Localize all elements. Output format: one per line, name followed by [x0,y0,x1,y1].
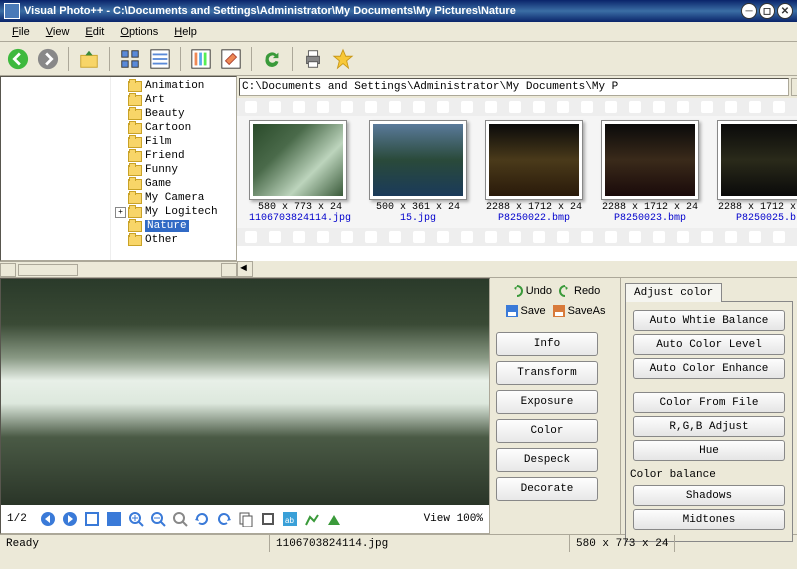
print-button[interactable] [299,45,327,73]
status-dim: 580 x 773 x 24 [570,535,675,552]
view-icons-button[interactable] [116,45,144,73]
despeck-button[interactable]: Despeck [496,448,598,472]
preview-pane: 1/2 ab View 100% [0,278,490,534]
info-button[interactable]: Info [496,332,598,356]
page-indicator: 1/2 [7,513,27,525]
crop-button[interactable] [259,510,277,528]
zoom-in-button[interactable] [127,510,145,528]
maximize-button[interactable]: ◻ [759,3,775,19]
close-button[interactable]: ✕ [777,3,793,19]
rotate-left-button[interactable] [193,510,211,528]
next-button[interactable] [61,510,79,528]
window-title: Visual Photo++ - C:\Documents and Settin… [24,5,741,17]
prev-button[interactable] [39,510,57,528]
app-icon [4,3,20,19]
tree-item[interactable]: Nature [113,219,234,233]
adjust-button[interactable]: R,G,B Adjust [633,416,785,437]
svg-text:ab: ab [285,516,294,525]
adjust-button[interactable]: Auto Color Enhance [633,358,785,379]
adjust-button[interactable]: Color From File [633,392,785,413]
toolbar [0,42,797,76]
path-dropdown[interactable]: ▼ [791,78,797,96]
minimize-button[interactable]: ─ [741,3,757,19]
saveas-button[interactable]: SaveAs [552,304,606,318]
tree-item[interactable]: Art [113,93,234,107]
tree-item[interactable]: My Camera [113,191,234,205]
levels-button[interactable] [325,510,343,528]
menu-edit[interactable]: Edit [77,24,112,40]
adjust-tab[interactable]: Adjust color [625,283,722,302]
thumbnail[interactable]: 2288 x 1712 x 24P8250023.bmp [601,120,699,224]
thumbnail[interactable]: 2288 x 1712 x 24P8250025.b [717,120,797,224]
favorite-button[interactable] [329,45,357,73]
save-button[interactable]: Save [505,304,546,318]
edit-panel: Undo Redo Save SaveAs Info Transform Expos… [490,278,620,534]
balance-button[interactable]: Midtones [633,509,785,530]
forward-button[interactable] [34,45,62,73]
back-button[interactable] [4,45,32,73]
refresh-button[interactable] [258,45,286,73]
edit-button[interactable] [217,45,245,73]
tree-item[interactable]: Cartoon [113,121,234,135]
tree-item[interactable]: Other [113,233,234,247]
histogram-button[interactable] [303,510,321,528]
tree-item[interactable]: Film [113,135,234,149]
view-columns-button[interactable] [187,45,215,73]
redo-button[interactable]: Redo [558,284,600,298]
color-button[interactable]: Color [496,419,598,443]
path-input[interactable] [239,78,789,96]
decorate-button[interactable]: Decorate [496,477,598,501]
adjust-button[interactable]: Hue [633,440,785,461]
thumbnail[interactable]: 500 x 361 x 2415.jpg [369,120,467,224]
fit-button[interactable] [83,510,101,528]
adjust-panel: Adjust color Auto Whtie Balance Auto Colo… [620,278,797,534]
titlebar: Visual Photo++ - C:\Documents and Settin… [0,0,797,22]
transform-button[interactable]: Transform [496,361,598,385]
undo-button[interactable]: Undo [510,284,552,298]
menu-file[interactable]: File [4,24,38,40]
tree-item[interactable]: +My Logitech [113,205,234,219]
adjust-button[interactable]: Auto Color Level [633,334,785,355]
menu-help[interactable]: Help [166,24,205,40]
filmstrip: 580 x 773 x 241106703824114.jpg500 x 361… [237,98,797,261]
tree-item[interactable]: Game [113,177,234,191]
view-list-button[interactable] [146,45,174,73]
menu-view[interactable]: View [38,24,78,40]
thumbnail[interactable]: 2288 x 1712 x 24P8250022.bmp [485,120,583,224]
tree-item[interactable]: Animation [113,79,234,93]
rotate-right-button[interactable] [215,510,233,528]
status-file: 1106703824114.jpg [270,535,570,552]
tree-item[interactable]: Funny [113,163,234,177]
tree-item[interactable]: Friend [113,149,234,163]
color-balance-label: Color balance [630,469,788,481]
menu-options[interactable]: Options [112,24,166,40]
folder-up-button[interactable] [75,45,103,73]
exposure-button[interactable]: Exposure [496,390,598,414]
tree-item[interactable]: Beauty [113,107,234,121]
zoom-label: View 100% [424,513,483,525]
folder-tree[interactable]: AnimationArtBeautyCartoonFilmFriendFunny… [0,76,237,261]
menubar: FileViewEditOptionsHelp [0,22,797,42]
zoom-out-button[interactable] [149,510,167,528]
filmstrip-scrollbar[interactable]: ◄► [237,261,797,277]
resize-button[interactable]: ab [281,510,299,528]
status-ready: Ready [0,535,270,552]
zoom-actual-button[interactable] [171,510,189,528]
adjust-button[interactable]: Auto Whtie Balance [633,310,785,331]
fullscreen-button[interactable] [105,510,123,528]
copy-button[interactable] [237,510,255,528]
thumbnail[interactable]: 580 x 773 x 241106703824114.jpg [249,120,351,224]
preview-image[interactable] [1,279,489,505]
tree-scrollbar[interactable] [0,261,237,277]
balance-button[interactable]: Shadows [633,485,785,506]
